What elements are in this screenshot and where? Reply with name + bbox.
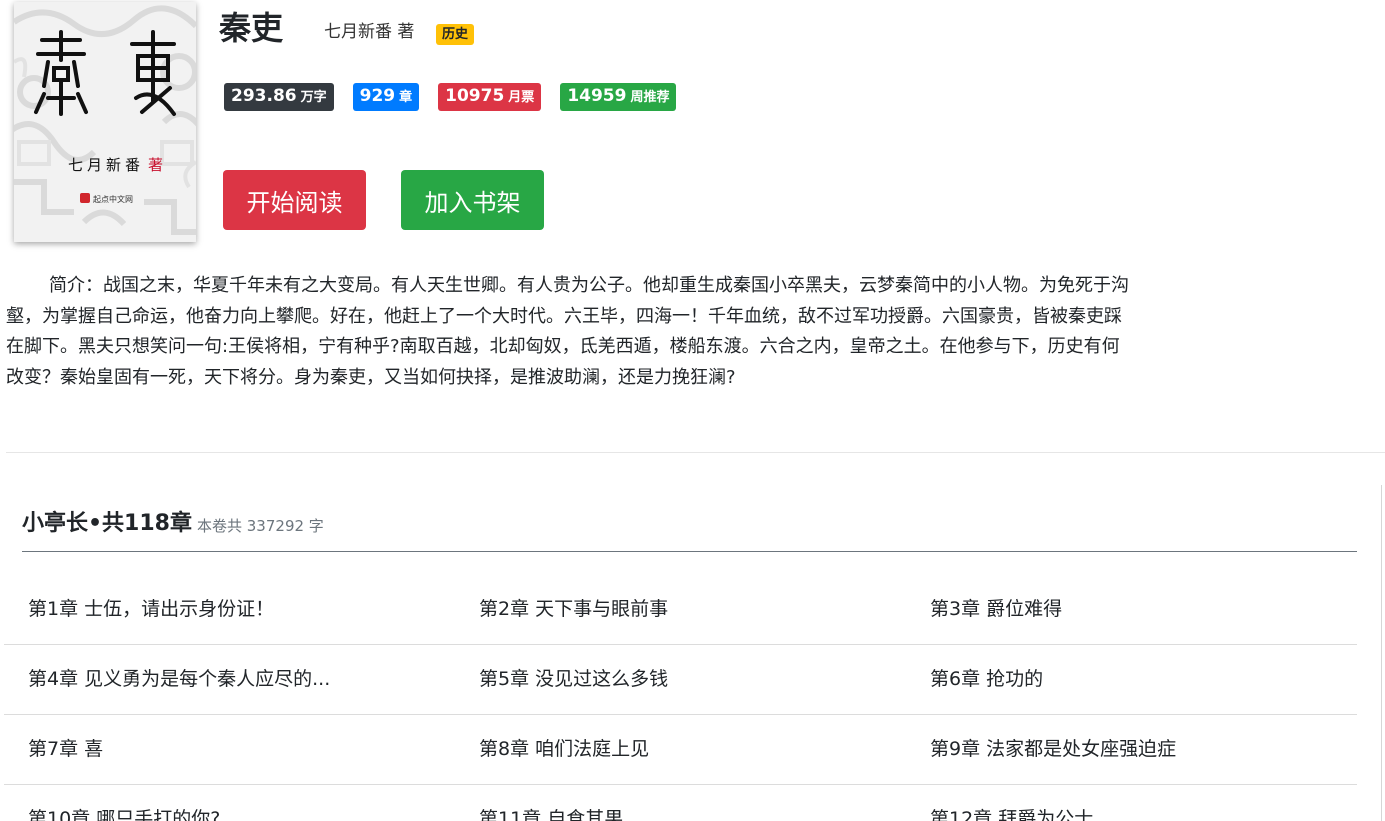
volume-underline bbox=[22, 551, 1357, 552]
cover-publisher: 起点中文网 bbox=[93, 194, 133, 204]
chapter-link[interactable]: 第5章 没见过这么多钱 bbox=[479, 665, 668, 693]
chapter-row: 第1章 士伍，请出示身份证！ 第2章 天下事与眼前事 第3章 爵位难得 bbox=[4, 575, 1357, 645]
chapter-link[interactable]: 第11章 自食其果 bbox=[479, 805, 623, 821]
stat-chapter-count: 929 章 bbox=[352, 83, 420, 111]
book-cover[interactable]: 七月新番 著 起点中文网 bbox=[14, 2, 196, 242]
chapter-link[interactable]: 第10章 哪只手打的你? bbox=[28, 805, 220, 821]
chapter-list: 第1章 士伍，请出示身份证！ 第2章 天下事与眼前事 第3章 爵位难得 第4章 … bbox=[4, 575, 1357, 821]
chapter-link[interactable]: 第3章 爵位难得 bbox=[930, 595, 1062, 623]
chapter-row: 第10章 哪只手打的你? 第11章 自食其果 第12章 拜爵为公士 bbox=[4, 785, 1357, 821]
chapter-link[interactable]: 第1章 士伍，请出示身份证！ bbox=[28, 595, 274, 623]
volume-word-count: 本卷共 337292 字 bbox=[197, 517, 324, 535]
genre-badge[interactable]: 历史 bbox=[436, 24, 475, 45]
panel-border bbox=[1381, 485, 1382, 821]
add-to-shelf-button[interactable]: 加入书架 bbox=[401, 170, 544, 230]
chapter-link[interactable]: 第6章 抢功的 bbox=[930, 665, 1043, 693]
chapter-link[interactable]: 第7章 喜 bbox=[28, 735, 103, 763]
chapter-link[interactable]: 第4章 见义勇为是每个秦人应尽的... bbox=[28, 665, 330, 693]
chapter-row: 第4章 见义勇为是每个秦人应尽的... 第5章 没见过这么多钱 第6章 抢功的 bbox=[4, 645, 1357, 715]
book-intro: 简介：战国之末，华夏千年未有之大变局。有人天生世卿。有人贵为公子。他却重生成秦国… bbox=[6, 275, 1129, 388]
publisher-logo-icon bbox=[80, 193, 90, 203]
cover-art: 七月新番 著 起点中文网 bbox=[14, 2, 196, 242]
stat-word-count: 293.86 万字 bbox=[224, 83, 334, 111]
book-author[interactable]: 七月新番 著 bbox=[324, 20, 414, 44]
stat-monthly-votes: 10975 月票 bbox=[438, 83, 542, 111]
chapter-link[interactable]: 第12章 拜爵为公士 bbox=[930, 805, 1093, 821]
chapter-link[interactable]: 第9章 法家都是处女座强迫症 bbox=[930, 735, 1176, 763]
book-title: 秦吏 bbox=[219, 9, 284, 47]
cover-author: 七月新番 bbox=[68, 156, 144, 174]
book-detail-page: 七月新番 著 起点中文网 秦吏 七月新番 著 历史 293.86 万字 929 章 … bbox=[0, 0, 1385, 821]
cover-author-suffix: 著 bbox=[148, 156, 163, 174]
book-stats: 293.86 万字 929 章 10975 月票 14959 周推荐 bbox=[224, 83, 677, 111]
chapter-link[interactable]: 第2章 天下事与眼前事 bbox=[479, 595, 668, 623]
section-divider bbox=[6, 452, 1385, 453]
chapter-row: 第7章 喜 第8章 咱们法庭上见 第9章 法家都是处女座强迫症 bbox=[4, 715, 1357, 785]
start-reading-button[interactable]: 开始阅读 bbox=[223, 170, 366, 230]
volume-title: 小亭长•共118章 bbox=[22, 511, 192, 536]
chapter-link[interactable]: 第8章 咱们法庭上见 bbox=[479, 735, 649, 763]
stat-weekly-recommend: 14959 周推荐 bbox=[560, 83, 677, 111]
